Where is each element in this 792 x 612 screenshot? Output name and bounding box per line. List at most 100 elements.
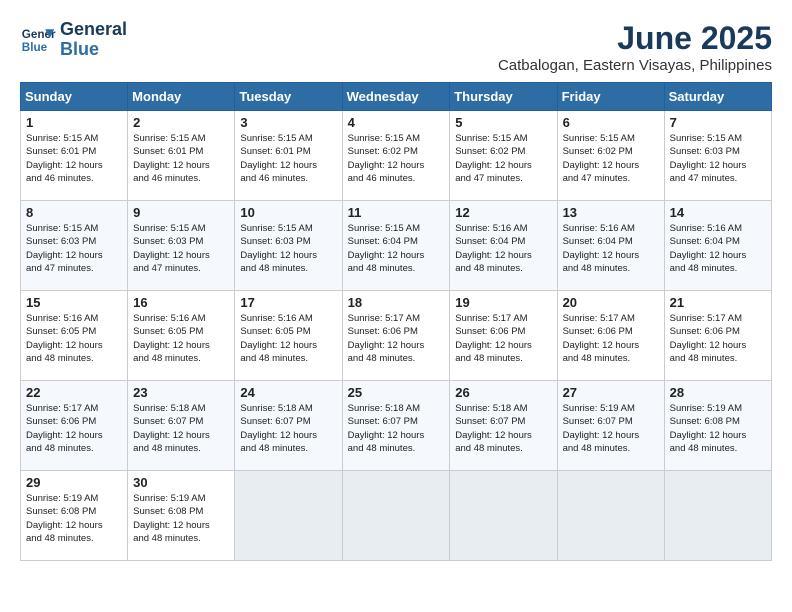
calendar-cell: 25Sunrise: 5:18 AMSunset: 6:07 PMDayligh… <box>342 381 450 471</box>
day-info: Sunrise: 5:16 AMSunset: 6:05 PMDaylight:… <box>240 312 336 365</box>
day-number: 30 <box>133 475 229 490</box>
day-info: Sunrise: 5:19 AMSunset: 6:08 PMDaylight:… <box>670 402 766 455</box>
day-info: Sunrise: 5:17 AMSunset: 6:06 PMDaylight:… <box>455 312 551 365</box>
day-number: 12 <box>455 205 551 220</box>
calendar-cell: 6 Sunrise: 5:15 AMSunset: 6:02 PMDaylight… <box>557 111 664 201</box>
page-header: General Blue General Blue June 2025 Catb… <box>20 20 772 74</box>
header-sunday: Sunday <box>21 83 128 111</box>
calendar-table: SundayMondayTuesdayWednesdayThursdayFrid… <box>20 82 772 561</box>
day-number: 14 <box>670 205 766 220</box>
day-number: 13 <box>563 205 659 220</box>
calendar-cell: 30 Sunrise: 5:19 AMSunset: 6:08 PMDayligh… <box>128 471 235 561</box>
header-thursday: Thursday <box>450 83 557 111</box>
calendar-cell: 17 Sunrise: 5:16 AMSunset: 6:05 PMDayligh… <box>235 291 342 381</box>
day-info: Sunrise: 5:17 AMSunset: 6:06 PMDaylight:… <box>670 312 766 365</box>
title-area: June 2025 Catbalogan, Eastern Visayas, P… <box>498 20 772 74</box>
day-number: 28 <box>670 385 766 400</box>
logo: General Blue General Blue <box>20 20 127 60</box>
day-info: Sunrise: 5:15 AMSunset: 6:03 PMDaylight:… <box>240 222 336 275</box>
calendar-cell <box>664 471 771 561</box>
day-number: 5 <box>455 115 551 130</box>
calendar-week-row: 15 Sunrise: 5:16 AMSunset: 6:05 PMDayligh… <box>21 291 772 381</box>
day-number: 8 <box>26 205 122 220</box>
day-number: 7 <box>670 115 766 130</box>
day-info: Sunrise: 5:16 AMSunset: 6:04 PMDaylight:… <box>670 222 766 275</box>
day-info: Sunrise: 5:16 AMSunset: 6:05 PMDaylight:… <box>133 312 229 365</box>
calendar-cell: 13 Sunrise: 5:16 AMSunset: 6:04 PMDayligh… <box>557 201 664 291</box>
day-info: Sunrise: 5:15 AMSunset: 6:02 PMDaylight:… <box>455 132 551 185</box>
calendar-cell: 9Sunrise: 5:15 AMSunset: 6:03 PMDaylight… <box>128 201 235 291</box>
calendar-cell: 26 Sunrise: 5:18 AMSunset: 6:07 PMDayligh… <box>450 381 557 471</box>
day-info: Sunrise: 5:15 AMSunset: 6:02 PMDaylight:… <box>348 132 445 185</box>
day-info: Sunrise: 5:16 AMSunset: 6:04 PMDaylight:… <box>455 222 551 275</box>
calendar-cell: 7 Sunrise: 5:15 AMSunset: 6:03 PMDaylight… <box>664 111 771 201</box>
header-wednesday: Wednesday <box>342 83 450 111</box>
day-number: 20 <box>563 295 659 310</box>
day-number: 3 <box>240 115 336 130</box>
month-title: June 2025 <box>498 20 772 57</box>
calendar-cell: 11 Sunrise: 5:15 AMSunset: 6:04 PMDayligh… <box>342 201 450 291</box>
calendar-cell <box>342 471 450 561</box>
calendar-cell <box>450 471 557 561</box>
day-info: Sunrise: 5:19 AMSunset: 6:08 PMDaylight:… <box>133 492 229 545</box>
day-info: Sunrise: 5:15 AMSunset: 6:02 PMDaylight:… <box>563 132 659 185</box>
day-info: Sunrise: 5:18 AMSunset: 6:07 PMDaylight:… <box>455 402 551 455</box>
calendar-cell: 2Sunrise: 5:15 AMSunset: 6:01 PMDaylight… <box>128 111 235 201</box>
day-number: 15 <box>26 295 122 310</box>
calendar-cell: 1Sunrise: 5:15 AMSunset: 6:01 PMDaylight… <box>21 111 128 201</box>
day-number: 29 <box>26 475 122 490</box>
calendar-week-row: 22Sunrise: 5:17 AMSunset: 6:06 PMDayligh… <box>21 381 772 471</box>
day-number: 27 <box>563 385 659 400</box>
calendar-cell <box>557 471 664 561</box>
header-monday: Monday <box>128 83 235 111</box>
day-number: 19 <box>455 295 551 310</box>
svg-text:Blue: Blue <box>22 41 48 54</box>
calendar-cell: 22Sunrise: 5:17 AMSunset: 6:06 PMDayligh… <box>21 381 128 471</box>
day-info: Sunrise: 5:16 AMSunset: 6:05 PMDaylight:… <box>26 312 122 365</box>
calendar-cell: 28 Sunrise: 5:19 AMSunset: 6:08 PMDayligh… <box>664 381 771 471</box>
day-number: 24 <box>240 385 336 400</box>
location-title: Catbalogan, Eastern Visayas, Philippines <box>498 57 772 74</box>
calendar-cell: 29 Sunrise: 5:19 AMSunset: 6:08 PMDayligh… <box>21 471 128 561</box>
day-number: 1 <box>26 115 122 130</box>
day-number: 16 <box>133 295 229 310</box>
calendar-cell: 18 Sunrise: 5:17 AMSunset: 6:06 PMDayligh… <box>342 291 450 381</box>
day-number: 23 <box>133 385 229 400</box>
header-saturday: Saturday <box>664 83 771 111</box>
day-info: Sunrise: 5:15 AMSunset: 6:04 PMDaylight:… <box>348 222 445 275</box>
calendar-cell: 15 Sunrise: 5:16 AMSunset: 6:05 PMDayligh… <box>21 291 128 381</box>
day-info: Sunrise: 5:15 AMSunset: 6:03 PMDaylight:… <box>670 132 766 185</box>
logo-text-line1: General <box>60 20 127 40</box>
day-info: Sunrise: 5:16 AMSunset: 6:04 PMDaylight:… <box>563 222 659 275</box>
calendar-cell: 24Sunrise: 5:18 AMSunset: 6:07 PMDayligh… <box>235 381 342 471</box>
day-number: 25 <box>348 385 445 400</box>
day-number: 26 <box>455 385 551 400</box>
calendar-cell: 16 Sunrise: 5:16 AMSunset: 6:05 PMDayligh… <box>128 291 235 381</box>
logo-text-line2: Blue <box>60 40 127 60</box>
calendar-week-row: 1 Sunrise: 5:15 AMSunset: 6:01 PMDaylight… <box>21 111 772 201</box>
calendar-cell: 3 Sunrise: 5:15 AMSunset: 6:01 PMDaylight… <box>235 111 342 201</box>
day-info: Sunrise: 5:17 AMSunset: 6:06 PMDaylight:… <box>348 312 445 365</box>
day-number: 10 <box>240 205 336 220</box>
day-info: Sunrise: 5:15 AMSunset: 6:01 PMDaylight:… <box>240 132 336 185</box>
calendar-cell: 5 Sunrise: 5:15 AMSunset: 6:02 PMDaylight… <box>450 111 557 201</box>
calendar-header-row: SundayMondayTuesdayWednesdayThursdayFrid… <box>21 83 772 111</box>
day-info: Sunrise: 5:15 AMSunset: 6:03 PMDaylight:… <box>26 222 122 275</box>
header-tuesday: Tuesday <box>235 83 342 111</box>
day-number: 18 <box>348 295 445 310</box>
calendar-cell: 8 Sunrise: 5:15 AMSunset: 6:03 PMDaylight… <box>21 201 128 291</box>
day-number: 17 <box>240 295 336 310</box>
day-number: 6 <box>563 115 659 130</box>
calendar-cell: 20 Sunrise: 5:17 AMSunset: 6:06 PMDayligh… <box>557 291 664 381</box>
day-number: 11 <box>348 205 445 220</box>
day-number: 22 <box>26 385 122 400</box>
calendar-week-row: 8 Sunrise: 5:15 AMSunset: 6:03 PMDaylight… <box>21 201 772 291</box>
day-info: Sunrise: 5:19 AMSunset: 6:08 PMDaylight:… <box>26 492 122 545</box>
day-info: Sunrise: 5:19 AMSunset: 6:07 PMDaylight:… <box>563 402 659 455</box>
calendar-cell: 21Sunrise: 5:17 AMSunset: 6:06 PMDayligh… <box>664 291 771 381</box>
day-number: 9 <box>133 205 229 220</box>
calendar-cell <box>235 471 342 561</box>
calendar-cell: 19 Sunrise: 5:17 AMSunset: 6:06 PMDayligh… <box>450 291 557 381</box>
day-info: Sunrise: 5:17 AMSunset: 6:06 PMDaylight:… <box>563 312 659 365</box>
day-info: Sunrise: 5:15 AMSunset: 6:01 PMDaylight:… <box>133 132 229 185</box>
